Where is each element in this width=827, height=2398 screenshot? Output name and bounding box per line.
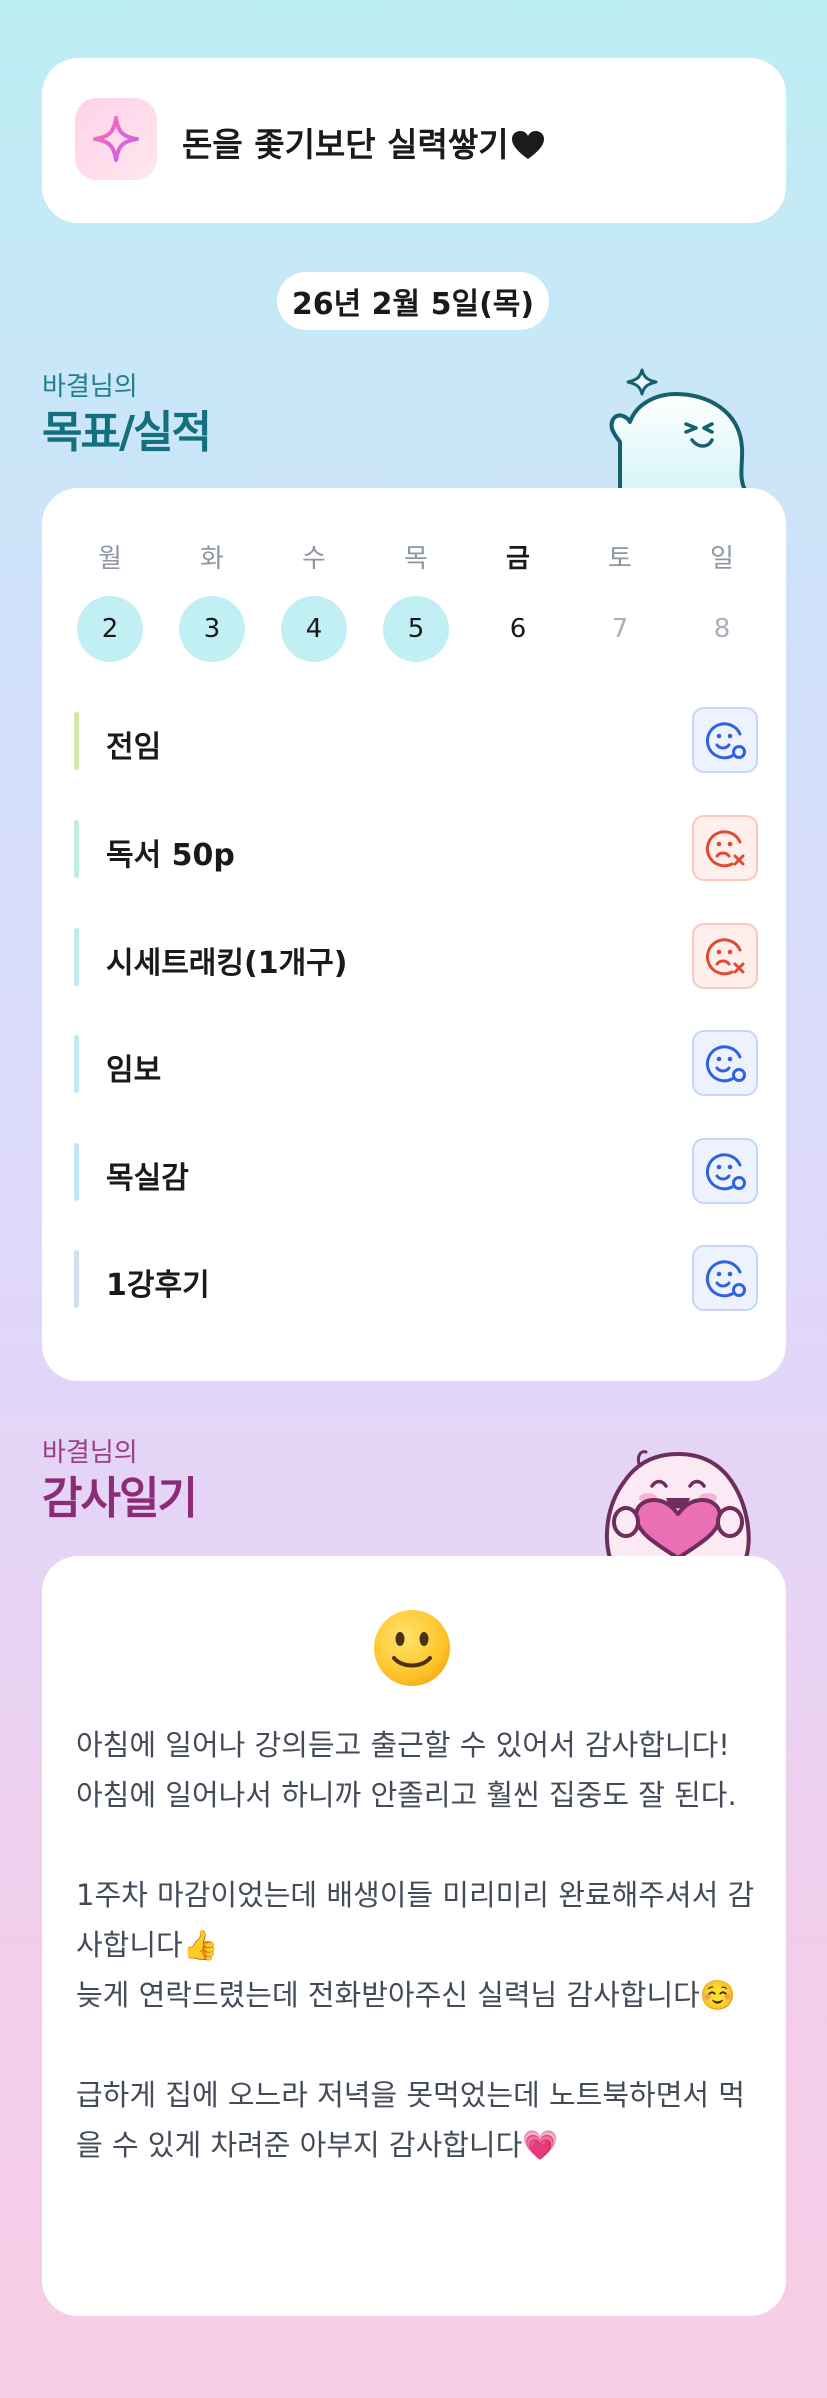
goal-color-bar: [74, 1250, 79, 1308]
goal-status-button[interactable]: [692, 1245, 758, 1311]
date-pill[interactable]: 26년 2월 5일(목): [277, 272, 549, 330]
weekday-label: 목: [404, 544, 428, 574]
goal-color-bar: [74, 928, 79, 986]
goal-label: 1강후기: [106, 1268, 210, 1303]
ghost-mascot-illustration: [600, 352, 750, 496]
day-chip-today[interactable]: 6: [485, 596, 551, 662]
goal-label: 전임: [106, 730, 162, 765]
goals-card: 월 화 수 목 금 토 일 2 3 4 5 6 7 8 전임 독서 50p 시세…: [42, 488, 786, 1381]
goal-label: 목실감: [106, 1161, 189, 1196]
goal-color-bar: [74, 1035, 79, 1093]
goal-row[interactable]: 시세트래킹(1개구): [74, 922, 758, 992]
gratitude-section-title: 감사일기: [42, 1473, 198, 1524]
day-chip-future[interactable]: 7: [587, 596, 653, 662]
goal-status-button[interactable]: [692, 815, 758, 881]
day-chip-completed[interactable]: 4: [281, 596, 347, 662]
weekday-label: 일: [710, 544, 734, 574]
gratitude-diary-text: 아침에 일어나 강의듣고 출근할 수 있어서 감사합니다! 아침에 일어나서 하…: [76, 1728, 755, 2162]
motto-card: 돈을 좇기보단 실력쌓기: [42, 58, 786, 223]
weekday-label: 화: [200, 544, 224, 574]
goal-status-button[interactable]: [692, 1138, 758, 1204]
day-chip-completed[interactable]: 3: [179, 596, 245, 662]
gratitude-card: 아침에 일어나 강의듣고 출근할 수 있어서 감사합니다! 아침에 일어나서 하…: [42, 1556, 786, 2316]
sparkle-star-icon: [75, 98, 157, 180]
weekday-label: 토: [608, 544, 632, 574]
goal-status-button[interactable]: [692, 1030, 758, 1096]
goal-color-bar: [74, 712, 79, 770]
smiley-achieved-icon: [705, 1153, 746, 1191]
motto-label: 돈을 좇기보단 실력쌓기: [182, 125, 509, 164]
goal-status-button[interactable]: [692, 923, 758, 989]
day-chip-completed[interactable]: 2: [77, 596, 143, 662]
goal-row[interactable]: 임보: [74, 1029, 758, 1099]
weekday-label: 월: [98, 544, 122, 574]
black-heart-icon: [511, 129, 545, 168]
goal-color-bar: [74, 1143, 79, 1201]
goal-label: 임보: [106, 1053, 162, 1088]
smiley-achieved-icon: [705, 1260, 746, 1298]
goals-section-title: 목표/실적: [42, 407, 212, 458]
smiley-achieved-icon: [705, 1045, 746, 1083]
motto-text: 돈을 좇기보단 실력쌓기: [182, 118, 545, 168]
slightly-smiling-face-icon: [372, 1608, 452, 1688]
goal-row[interactable]: 1강후기: [74, 1244, 758, 1314]
goal-row[interactable]: 목실감: [74, 1137, 758, 1207]
frown-missed-icon: [705, 938, 745, 976]
goal-row[interactable]: 독서 50p: [74, 814, 758, 884]
goal-label: 독서 50p: [106, 838, 235, 873]
day-chip-future[interactable]: 8: [689, 596, 755, 662]
day-chip-completed[interactable]: 5: [383, 596, 449, 662]
goal-label: 시세트래킹(1개구): [106, 946, 348, 981]
goal-color-bar: [74, 820, 79, 878]
weekday-label-today: 금: [506, 544, 530, 574]
frown-missed-icon: [705, 830, 745, 868]
heart-mascot-illustration: [596, 1428, 760, 1562]
goal-row[interactable]: 전임: [74, 706, 758, 776]
weekday-label: 수: [302, 544, 326, 574]
smiley-achieved-icon: [705, 722, 746, 760]
goal-status-button[interactable]: [692, 707, 758, 773]
